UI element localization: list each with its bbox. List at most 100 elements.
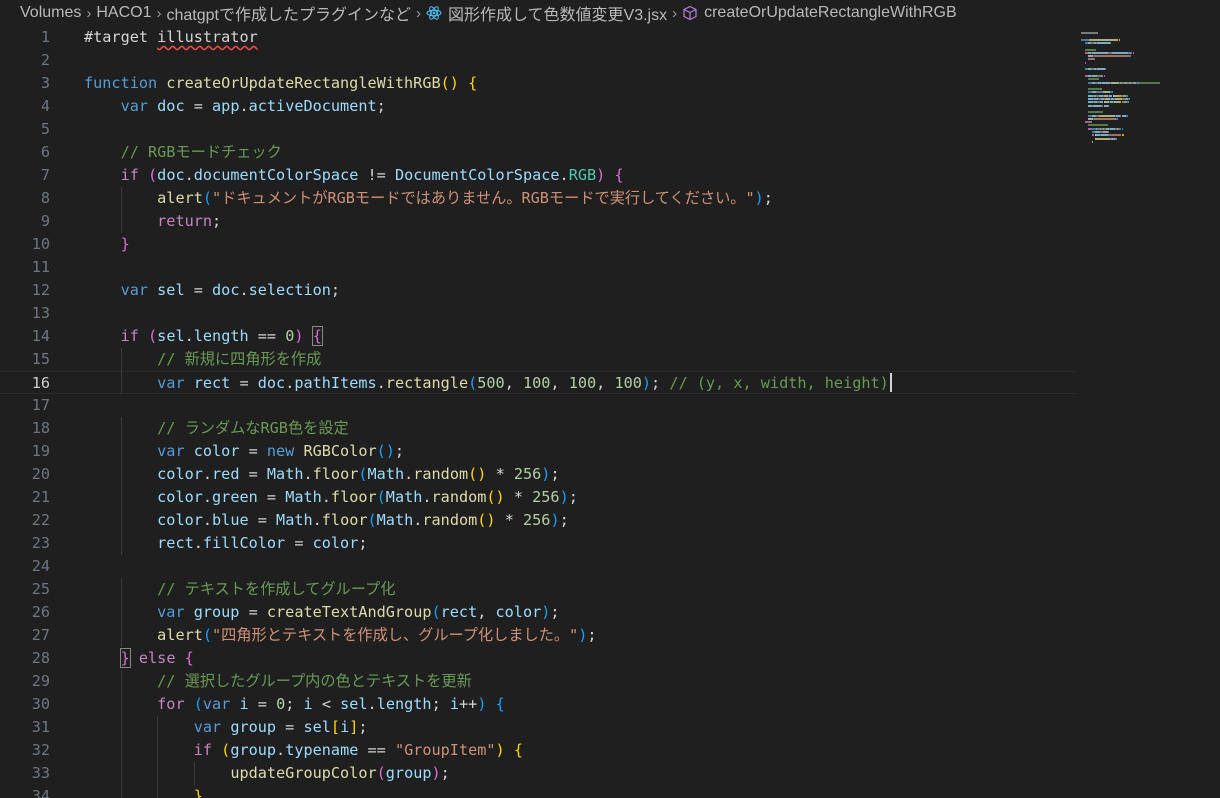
code-line[interactable]: 23 rect.fillColor = color; [0, 532, 1075, 555]
code-text: color.green = Math.floor(Math.random() *… [84, 486, 578, 509]
code-line[interactable]: 16 var rect = doc.pathItems.rectangle(50… [0, 371, 1075, 394]
code-line[interactable]: 31 var group = sel[i]; [0, 716, 1075, 739]
code-line[interactable]: 32 if (group.typename == "GroupItem") { [0, 739, 1075, 762]
indent-guide [121, 509, 122, 532]
code-token: rect [440, 603, 478, 621]
code-line[interactable]: 5 [0, 118, 1075, 141]
code-text: #target illustrator [84, 26, 258, 49]
indent-guide [121, 601, 122, 624]
code-token: var [120, 281, 158, 299]
code-text: for (var i = 0; i < sel.length; i++) { [84, 693, 505, 716]
minimap[interactable] [1075, 26, 1220, 798]
code-token: != [358, 166, 395, 184]
code-token: selection [248, 281, 331, 299]
code-line[interactable]: 10 } [0, 233, 1075, 256]
code-token: { [614, 166, 624, 184]
code-line[interactable]: 24 [0, 555, 1075, 578]
code-token: "GroupItem" [394, 741, 496, 759]
code-token: Math [376, 511, 414, 529]
minimap-mark [1110, 81, 1119, 84]
code-line[interactable]: 18 // ランダムなRGB色を設定 [0, 417, 1075, 440]
code-text: function createOrUpdateRectangleWithRGB(… [84, 72, 477, 95]
indent-guide [121, 440, 122, 463]
code-token: ; [358, 534, 368, 552]
code-line[interactable]: 1 #target illustrator [0, 26, 1075, 49]
code-token: () [376, 442, 395, 460]
code-line[interactable]: 6 // RGBモードチェック [0, 141, 1075, 164]
code-token: 100 [522, 374, 551, 392]
code-line[interactable]: 4 var doc = app.activeDocument; [0, 95, 1075, 118]
breadcrumb-item-1[interactable]: HACO1 [96, 4, 151, 22]
code-token: "ドキュメントがRGBモードではありません。RGBモードで実行してください。" [212, 189, 755, 207]
code-line[interactable]: 21 color.green = Math.floor(Math.random(… [0, 486, 1075, 509]
code-token: typename [285, 741, 359, 759]
code-text: var group = sel[i]; [84, 716, 368, 739]
breadcrumb-item-3[interactable]: 図形作成して色数値変更V3.jsx [426, 1, 667, 25]
line-number: 17 [31, 396, 50, 414]
code-line[interactable]: 29 // 選択したグループ内の色とテキストを更新 [0, 670, 1075, 693]
code-token: sel [157, 327, 185, 345]
code-token: floor [321, 511, 368, 529]
code-token: ( [221, 741, 231, 759]
code-line[interactable]: 20 color.red = Math.floor(Math.random() … [0, 463, 1075, 486]
code-token: doc [157, 97, 185, 115]
code-line[interactable]: 12 var sel = doc.selection; [0, 279, 1075, 302]
code-line[interactable]: 19 var color = new RGBColor(); [0, 440, 1075, 463]
code-line[interactable]: 17 [0, 394, 1075, 417]
code-line[interactable]: 13 [0, 302, 1075, 325]
code-line[interactable]: 27 alert("四角形とテキストを作成し、グループ化しました。"); [0, 624, 1075, 647]
code-text: return; [84, 210, 221, 233]
code-line[interactable]: 8 alert("ドキュメントがRGBモードではありません。RGBモードで実行し… [0, 187, 1075, 210]
code-token: for [157, 695, 194, 713]
breadcrumb-item-4[interactable]: createOrUpdateRectangleWithRGB [682, 4, 957, 22]
code-line[interactable]: 15 // 新規に四角形を作成 [0, 348, 1075, 371]
code-token: Math [276, 511, 313, 529]
code-token: alert [157, 626, 203, 644]
code-token: = [276, 718, 304, 736]
minimap-mark [1102, 91, 1110, 94]
code-text: if (doc.documentColorSpace != DocumentCo… [84, 164, 624, 187]
code-token: ) [294, 327, 304, 345]
code-text: color.red = Math.floor(Math.random() * 2… [84, 463, 560, 486]
code-editor[interactable]: 1 #target illustrator 2 3 function createOrU… [0, 26, 1075, 798]
code-line[interactable]: 28 } else { [0, 647, 1075, 670]
minimap-mark [1103, 74, 1105, 77]
code-line[interactable]: 7 if (doc.documentColorSpace != Document… [0, 164, 1075, 187]
line-number: 25 [31, 580, 50, 598]
code-line[interactable]: 30 for (var i = 0; i < sel.length; i++) … [0, 693, 1075, 716]
breadcrumb-item-2[interactable]: chatgptで作成したプラグインなど [167, 1, 412, 25]
breadcrumb-item-0[interactable]: Volumes [20, 4, 81, 22]
breadcrumb-label: createOrUpdateRectangleWithRGB [704, 4, 957, 21]
line-number: 32 [31, 741, 50, 759]
code-line[interactable]: 11 [0, 256, 1075, 279]
line-number: 16 [31, 374, 50, 392]
code-line[interactable]: 33 updateGroupColor(group); [0, 762, 1075, 785]
code-token: ) [641, 374, 652, 392]
code-line[interactable]: 25 // テキストを作成してグループ化 [0, 578, 1075, 601]
code-line[interactable]: 14 if (sel.length == 0) { [0, 325, 1075, 348]
line-number: 11 [31, 258, 50, 276]
indent-guide [157, 739, 158, 762]
code-line[interactable]: 2 [0, 49, 1075, 72]
code-token: // ランダムなRGB色を設定 [157, 419, 349, 437]
minimap-mark [1095, 137, 1110, 140]
code-token: } [119, 648, 131, 668]
breadcrumb-label: 図形作成して色数値変更V3.jsx [448, 7, 668, 24]
minimap-mark [1138, 81, 1161, 84]
code-line[interactable]: 3 function createOrUpdateRectangleWithRGB… [0, 72, 1075, 95]
code-line[interactable]: 22 color.blue = Math.floor(Math.random()… [0, 509, 1075, 532]
code-line[interactable]: 26 var group = createTextAndGroup(rect, … [0, 601, 1075, 624]
code-token: } [120, 235, 130, 253]
code-token: function [84, 74, 167, 92]
code-text: alert("ドキュメントがRGBモードではありません。RGBモードで実行してく… [84, 187, 773, 210]
code-line[interactable]: 34 } [0, 785, 1075, 798]
indent-guide [121, 348, 122, 371]
code-line[interactable]: 9 return; [0, 210, 1075, 233]
code-token: // RGBモードチェック [120, 143, 282, 161]
code-token: floor [312, 465, 359, 483]
code-token: Math [285, 488, 322, 506]
code-token: ; [550, 465, 560, 483]
